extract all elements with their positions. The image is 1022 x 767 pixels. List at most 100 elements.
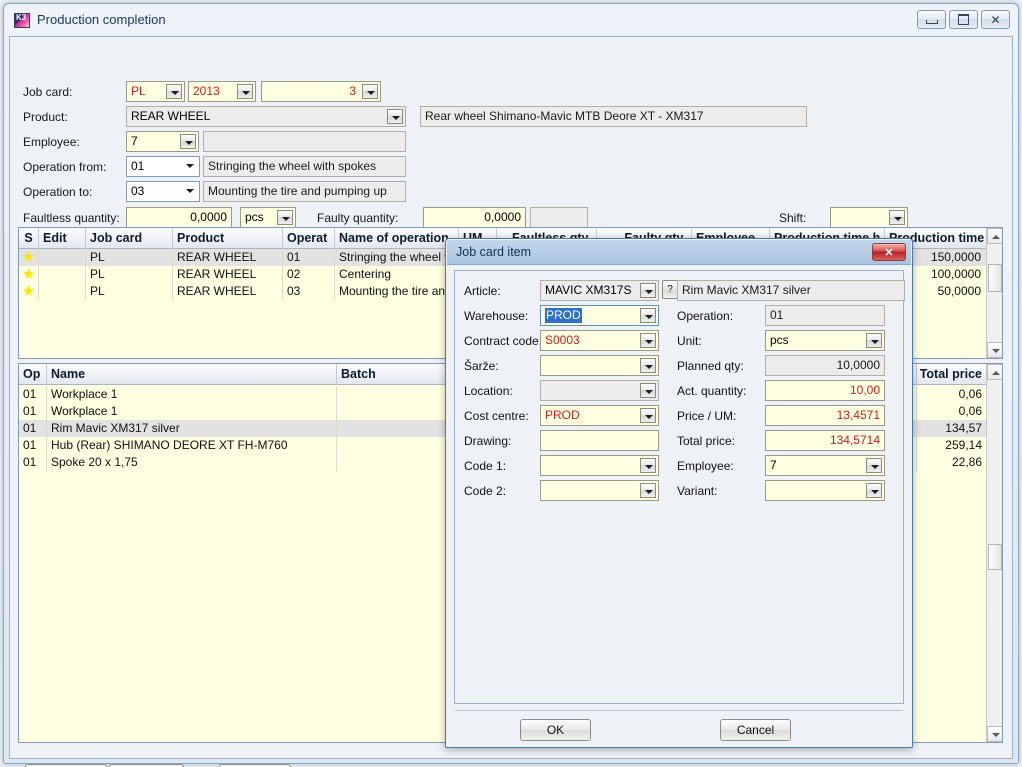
chevron-down-icon[interactable] bbox=[166, 84, 182, 99]
chevron-down-icon[interactable] bbox=[640, 458, 656, 473]
cell-name-of-operation: Centering bbox=[335, 266, 459, 283]
contract-code-combo[interactable]: S0003 bbox=[540, 330, 659, 351]
operation-to-combo[interactable]: 03 bbox=[126, 181, 200, 202]
minimize-button[interactable] bbox=[917, 10, 946, 29]
chevron-down-icon[interactable] bbox=[640, 283, 656, 298]
job-card-number-value: 3 bbox=[349, 84, 356, 98]
unit-combo[interactable]: pcs bbox=[765, 330, 885, 351]
chevron-down-icon[interactable] bbox=[180, 134, 196, 149]
code2-combo[interactable] bbox=[540, 480, 659, 501]
job-card-number-combo[interactable]: 3 bbox=[261, 81, 381, 102]
cell-product: REAR WHEEL bbox=[173, 283, 283, 300]
col-product[interactable]: Product bbox=[173, 228, 283, 249]
planned-qty-label: Planned qty: bbox=[677, 359, 744, 373]
title-bar: Production completion ✕ bbox=[4, 4, 1018, 36]
scrollbar-thumb[interactable] bbox=[988, 264, 1002, 292]
product-label: Product: bbox=[23, 110, 68, 124]
cost-centre-combo[interactable]: PROD bbox=[540, 405, 659, 426]
operation-to-value: 03 bbox=[131, 184, 145, 198]
col-name[interactable]: Name bbox=[47, 364, 337, 385]
scroll-down-icon[interactable] bbox=[987, 726, 1002, 742]
employee-combo[interactable]: 7 bbox=[126, 131, 199, 152]
warehouse-combo[interactable]: PROD bbox=[540, 305, 659, 326]
scrollbar-thumb[interactable] bbox=[988, 544, 1002, 570]
col-total-price[interactable]: Total price bbox=[917, 364, 988, 385]
variant-combo[interactable] bbox=[765, 480, 885, 501]
dialog-title: Job card item bbox=[456, 245, 532, 259]
cell-total-price: 0,06 bbox=[958, 387, 982, 401]
location-combo[interactable] bbox=[540, 380, 659, 401]
modal-employee-combo[interactable]: 7 bbox=[765, 455, 885, 476]
operation-from-combo[interactable]: 01 bbox=[126, 156, 200, 177]
cell-job-card: PL bbox=[86, 283, 173, 300]
cell-product: REAR WHEEL bbox=[173, 266, 283, 283]
cell-operation: 02 bbox=[283, 266, 335, 283]
variant-label: Variant: bbox=[677, 484, 718, 498]
chevron-down-icon[interactable] bbox=[277, 210, 293, 225]
chevron-down-icon[interactable] bbox=[185, 186, 195, 201]
cell-name: Workplace 1 bbox=[47, 403, 337, 420]
col-op[interactable]: Op bbox=[19, 364, 47, 385]
shift-combo[interactable] bbox=[830, 207, 908, 228]
chevron-down-icon[interactable] bbox=[640, 408, 656, 423]
chevron-down-icon[interactable] bbox=[640, 333, 656, 348]
chevron-down-icon[interactable] bbox=[889, 210, 905, 225]
col-operation[interactable]: Operat bbox=[283, 228, 335, 249]
job-card-prefix-value: PL bbox=[131, 84, 146, 98]
article-help-button[interactable]: ? bbox=[662, 280, 678, 299]
chevron-down-icon[interactable] bbox=[640, 308, 656, 323]
job-card-prefix-combo[interactable]: PL bbox=[126, 81, 185, 102]
row-status-icon-cell bbox=[19, 283, 39, 300]
chevron-down-icon[interactable] bbox=[387, 109, 403, 124]
faultless-unit-value: pcs bbox=[245, 210, 264, 224]
drawing-input[interactable] bbox=[540, 430, 659, 451]
dialog-close-button[interactable]: ✕ bbox=[872, 243, 906, 261]
cell-op: 01 bbox=[19, 437, 47, 454]
job-card-year-combo[interactable]: 2013 bbox=[188, 81, 256, 102]
scroll-up-icon[interactable] bbox=[987, 364, 1002, 380]
chevron-down-icon[interactable] bbox=[237, 84, 253, 99]
chevron-down-icon[interactable] bbox=[640, 383, 656, 398]
faultless-quantity-input[interactable]: 0,0000 bbox=[126, 207, 232, 228]
job-card-label: Job card: bbox=[23, 85, 73, 99]
total-price-input[interactable]: 134,5714 bbox=[765, 430, 885, 451]
dialog-ok-button[interactable]: OK bbox=[520, 719, 591, 741]
items-grid-scrollbar[interactable] bbox=[986, 364, 1002, 742]
col-edit[interactable]: Edit bbox=[39, 228, 86, 249]
faulty-quantity-input[interactable]: 0,0000 bbox=[423, 207, 526, 228]
chevron-down-icon[interactable] bbox=[362, 84, 378, 99]
chevron-down-icon[interactable] bbox=[185, 161, 195, 176]
sarze-combo[interactable] bbox=[540, 355, 659, 376]
warehouse-label: Warehouse: bbox=[464, 309, 529, 323]
chevron-down-icon[interactable] bbox=[866, 333, 882, 348]
col-name-of-operation[interactable]: Name of operation bbox=[335, 228, 459, 249]
star-icon bbox=[22, 285, 35, 296]
app-icon bbox=[14, 13, 30, 28]
dialog-body: Article: MAVIC XM317S ? Warehouse: PROD … bbox=[454, 270, 905, 704]
act-quantity-input[interactable]: 10,00 bbox=[765, 380, 885, 401]
location-label: Location: bbox=[464, 384, 513, 398]
code1-combo[interactable] bbox=[540, 455, 659, 476]
row-status-icon-cell bbox=[19, 249, 39, 266]
col-s[interactable]: S bbox=[19, 228, 39, 249]
col-job-card[interactable]: Job card bbox=[86, 228, 173, 249]
cell-job-card: PL bbox=[86, 266, 173, 283]
maximize-button[interactable] bbox=[949, 10, 978, 29]
close-button[interactable]: ✕ bbox=[981, 10, 1010, 29]
faultless-unit-combo[interactable]: pcs bbox=[240, 207, 296, 228]
chevron-down-icon[interactable] bbox=[866, 458, 882, 473]
price-um-input[interactable]: 13,4571 bbox=[765, 405, 885, 426]
product-combo[interactable]: REAR WHEEL bbox=[126, 106, 406, 127]
job-card-year-value: 2013 bbox=[193, 84, 220, 98]
dialog-cancel-button[interactable]: Cancel bbox=[720, 719, 791, 741]
scroll-up-icon[interactable] bbox=[987, 228, 1002, 244]
chevron-down-icon[interactable] bbox=[640, 483, 656, 498]
dialog-separator bbox=[455, 710, 903, 711]
article-combo[interactable]: MAVIC XM317S bbox=[540, 280, 659, 301]
chevron-down-icon[interactable] bbox=[866, 483, 882, 498]
scroll-down-icon[interactable] bbox=[987, 342, 1002, 358]
chevron-down-icon[interactable] bbox=[640, 358, 656, 373]
cell-job-card: PL bbox=[86, 249, 173, 266]
operations-grid-scrollbar[interactable] bbox=[986, 228, 1002, 358]
contract-code-label: Contract code: bbox=[464, 334, 543, 348]
